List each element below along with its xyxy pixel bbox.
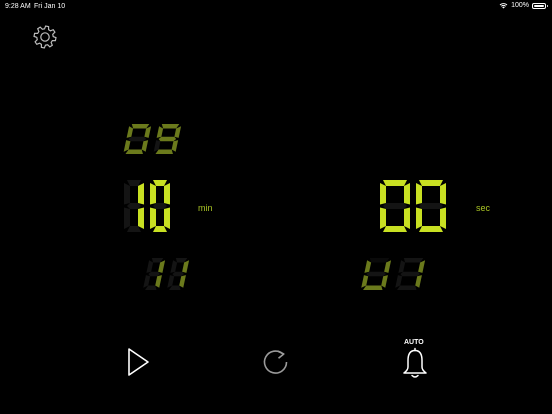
segment-upper-right <box>164 183 170 205</box>
segment-bottom <box>145 285 157 290</box>
reset-button[interactable] <box>261 347 291 377</box>
segment-top <box>369 258 390 263</box>
segment-upper-left <box>170 260 178 273</box>
minutes-next-display <box>143 258 190 290</box>
segment-bottom <box>155 149 173 154</box>
battery-icon <box>532 2 548 9</box>
segment-middle <box>383 203 407 209</box>
segment-bottom <box>397 285 417 290</box>
segment-middle <box>400 271 420 277</box>
segment-bottom <box>153 226 167 232</box>
segment-lower-right <box>381 275 388 288</box>
segment-lower-right <box>179 275 186 288</box>
segment-lower-left <box>416 207 422 229</box>
segment-upper-left <box>124 183 130 205</box>
digit-1 <box>361 258 392 290</box>
segment-lower-right <box>141 140 149 152</box>
segment-top <box>153 180 167 186</box>
battery-level <box>534 4 544 7</box>
settings-button[interactable] <box>30 22 60 52</box>
segment-bottom <box>419 226 443 232</box>
segment-top <box>127 180 141 186</box>
digit-2 <box>167 258 190 290</box>
segment-top <box>403 258 424 263</box>
segment-middle <box>158 136 177 142</box>
segment-lower-right <box>404 207 410 229</box>
segment-middle <box>127 203 141 209</box>
seconds-next-display <box>361 258 426 290</box>
seconds-current-display <box>380 180 446 232</box>
segment-upper-right <box>404 183 410 205</box>
segment-upper-left <box>398 260 406 273</box>
segment-top <box>131 124 150 129</box>
segment-lower-right <box>171 140 179 152</box>
segment-middle <box>153 203 167 209</box>
seconds-unit-label: sec <box>476 203 491 213</box>
play-icon <box>128 348 149 376</box>
segment-lower-left <box>150 207 156 229</box>
segment-lower-left <box>380 207 386 229</box>
digit-1 <box>124 180 144 232</box>
segment-upper-right <box>440 183 446 205</box>
segment-lower-right <box>155 275 162 288</box>
segment-lower-right <box>164 207 170 229</box>
segment-upper-left <box>364 260 372 273</box>
play-button[interactable] <box>124 346 152 378</box>
bell-icon <box>403 347 427 378</box>
digit-1 <box>143 258 166 290</box>
segment-lower-right <box>440 207 446 229</box>
segment-middle <box>148 271 160 277</box>
digit-2 <box>150 180 170 232</box>
segment-middle <box>172 271 184 277</box>
segment-upper-left <box>126 126 134 138</box>
minutes-previous-display <box>123 124 182 154</box>
segment-bottom <box>125 149 143 154</box>
segment-top <box>161 124 180 129</box>
segment-middle <box>419 203 443 209</box>
status-indicators: 100% <box>499 2 548 9</box>
segment-bottom <box>127 226 141 232</box>
digit-1 <box>380 180 410 232</box>
digit-2 <box>153 124 182 154</box>
battery-percent: 100% <box>511 2 529 9</box>
segment-top <box>419 180 443 186</box>
segment-upper-left <box>156 126 164 138</box>
alarm-mode-label: AUTO <box>404 339 424 346</box>
wifi-icon <box>499 3 508 9</box>
segment-upper-left <box>416 183 422 205</box>
alarm-button[interactable]: AUTO <box>398 337 432 381</box>
status-time: 9:28 AM <box>5 3 31 10</box>
segment-upper-left <box>146 260 154 273</box>
segment-lower-right <box>138 207 144 229</box>
segment-upper-left <box>150 183 156 205</box>
segment-middle <box>128 136 147 142</box>
segment-bottom <box>363 285 383 290</box>
status-bar: 9:28 AM Fri Jan 10 100% <box>0 0 552 12</box>
segment-top <box>151 258 164 263</box>
segment-middle <box>366 271 386 277</box>
gear-icon <box>33 25 57 49</box>
segment-upper-right <box>138 183 144 205</box>
digit-2 <box>416 180 446 232</box>
minutes-unit-label: min <box>198 203 213 213</box>
segment-lower-left <box>124 207 130 229</box>
digit-1 <box>123 124 152 154</box>
segment-lower-right <box>415 275 422 288</box>
status-date: Fri Jan 10 <box>34 3 66 10</box>
segment-top <box>175 258 188 263</box>
refresh-icon <box>263 350 288 374</box>
segment-top <box>383 180 407 186</box>
segment-upper-left <box>380 183 386 205</box>
minutes-current-display <box>124 180 170 232</box>
segment-bottom <box>383 226 407 232</box>
segment-bottom <box>169 285 181 290</box>
digit-2 <box>395 258 426 290</box>
